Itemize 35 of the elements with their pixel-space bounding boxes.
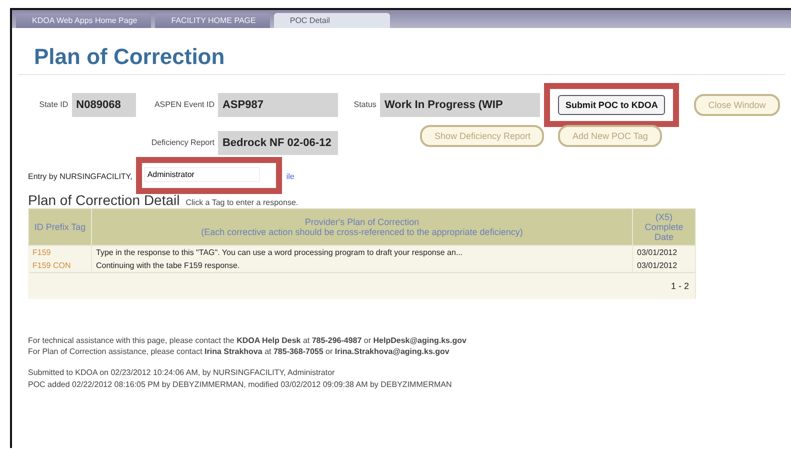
section-heading: Plan of Correction Detail [28, 192, 180, 208]
pager-text: 1 - 2 [28, 272, 696, 299]
link[interactable]: ile [286, 172, 294, 181]
field-label: Status [352, 100, 376, 110]
field-value: N089068 [72, 93, 136, 117]
field-label: State ID [38, 100, 68, 110]
column-header: Provider's Plan of Correction (Each corrective action should be cross-referenced to the appropriate deficiency) [92, 208, 632, 246]
footer-text: For Plan of Correction assistance, please contact Irina Strakhova at 785-368-7055 or Irina.Strakhova@aging.ks.gov [28, 346, 450, 358]
page-title: Plan of Correction [18, 28, 785, 75]
input-field[interactable]: Administrator [144, 167, 260, 182]
action-button[interactable]: Add New POC Tag [558, 125, 662, 147]
hint-text: Click a Tag to enter a response. [186, 198, 298, 207]
table-cell: 03/01/2012 [632, 259, 696, 272]
action-button[interactable]: Close Window [694, 94, 780, 116]
table-cell: Continuing with the tabe F159 response. [92, 259, 632, 272]
field-value: Bedrock NF 02-06-12 [218, 131, 338, 155]
tag-link[interactable]: F159 CON [28, 259, 92, 272]
footer-text: POC added 02/22/2012 08:16:05 PM by DEBYZIMMERMAN, modified 03/02/2012 09:09:38 AM by DEBYZIMMERMAN [28, 378, 453, 390]
field-value: ASP987 [218, 93, 338, 117]
column-header: ID Prefix Tag [28, 208, 92, 246]
submit-button[interactable]: Submit POC to KDOA [558, 95, 665, 115]
footer-text: Submitted to KDOA on 02/23/2012 10:24:06 AM, by NURSINGFACILITY, Administrator [28, 367, 336, 379]
table-cell: 03/01/2012 [632, 246, 696, 259]
browser-tab[interactable]: POC Detail [274, 13, 390, 28]
action-button[interactable]: Show Deficiency Report [420, 125, 544, 147]
column-header: (X5) Complete Date [632, 208, 696, 246]
table-cell: Type in the response to this "TAG". You can use a word processing program to draft your response an... [92, 246, 632, 259]
tag-link[interactable]: F159 [28, 246, 92, 259]
footer-text: For technical assistance with this page, please contact the KDOA Help Desk at 785-296-4987 or HelpDesk@aging.ks.gov [28, 335, 468, 346]
entry-label: Entry by NURSINGFACILITY, [28, 172, 132, 181]
browser-tab[interactable]: KDOA Web Apps Home Page [16, 13, 152, 28]
browser-tab[interactable]: FACILITY HOME PAGE [155, 13, 270, 28]
field-label: ASPEN Event ID [153, 100, 214, 110]
field-label: Deficiency Report [150, 138, 214, 148]
field-value: Work In Progress (WIP [380, 93, 540, 117]
